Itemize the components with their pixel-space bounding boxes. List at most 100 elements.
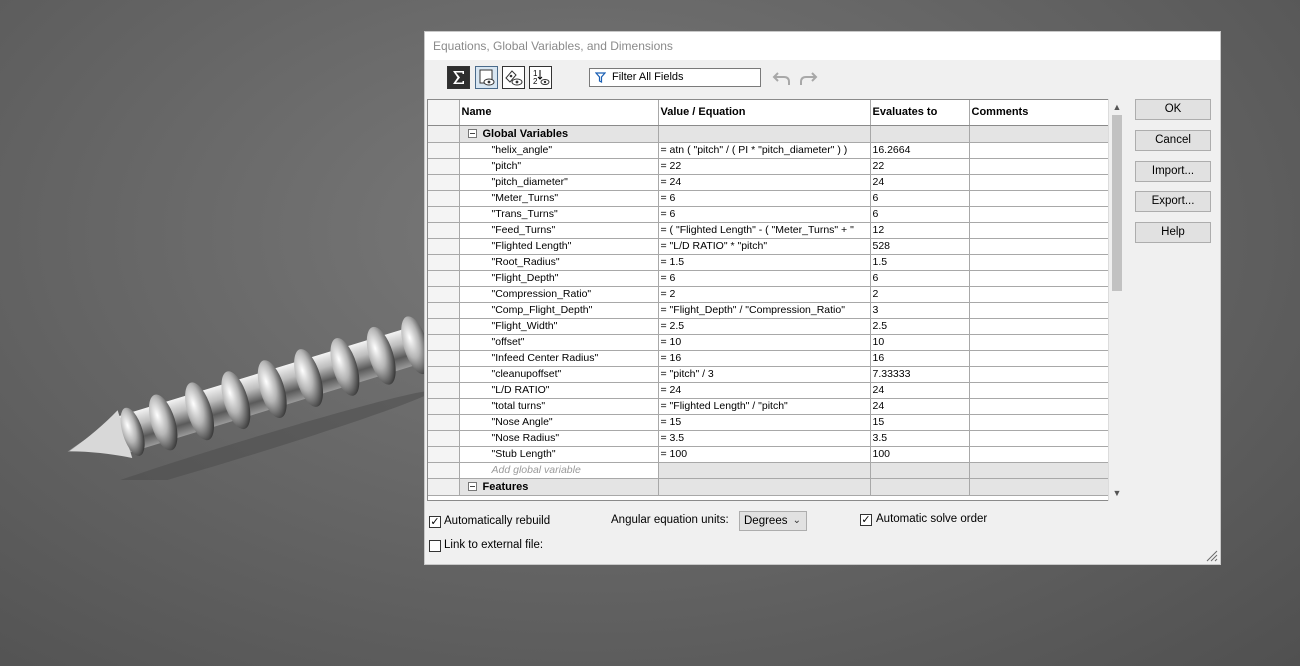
column-header-comments[interactable]: Comments	[969, 100, 1110, 126]
row-selector[interactable]	[428, 334, 460, 351]
row-selector[interactable]	[428, 398, 460, 415]
comments-cell[interactable]	[969, 398, 1110, 415]
row-selector[interactable]	[428, 302, 460, 319]
angular-units-select[interactable]: Degrees ⌄	[739, 511, 807, 531]
row-selector[interactable]	[428, 222, 460, 239]
name-cell[interactable]: "Nose Angle"	[459, 414, 659, 431]
value-cell[interactable]: = atn ( "pitch" / ( PI * "pitch_diameter…	[658, 142, 871, 159]
comments-cell[interactable]	[969, 174, 1110, 191]
row-selector[interactable]	[428, 270, 460, 287]
table-row[interactable]: "Flight_Depth" = 66	[428, 270, 1110, 287]
value-cell[interactable]: = 2.5	[658, 318, 871, 335]
comments-cell[interactable]	[969, 414, 1110, 431]
table-row[interactable]: "cleanupoffset" = "pitch" / 3 7.33333	[428, 366, 1110, 383]
name-cell[interactable]: "Meter_Turns"	[459, 190, 659, 207]
comments-cell[interactable]	[969, 238, 1110, 255]
value-cell[interactable]: = 1.5	[658, 254, 871, 271]
row-selector[interactable]	[428, 478, 460, 496]
table-row[interactable]: "Comp_Flight_Depth" = "Flight_Depth" / "C…	[428, 302, 1110, 319]
name-cell[interactable]: "Root_Radius"	[459, 254, 659, 271]
comments-cell[interactable]	[969, 334, 1110, 351]
name-cell[interactable]: "L/D RATIO"	[459, 382, 659, 399]
name-cell[interactable]: "Flight_Depth"	[459, 270, 659, 287]
column-header-name[interactable]: Name	[459, 100, 659, 126]
comments-cell[interactable]	[969, 286, 1110, 303]
table-row[interactable]: "pitch_diameter" = 24 24	[428, 174, 1110, 191]
name-cell[interactable]: "total turns"	[459, 398, 659, 415]
auto-rebuild-checkbox[interactable]: ✓	[429, 516, 441, 528]
value-cell[interactable]: = "pitch" / 3	[658, 366, 871, 383]
value-cell[interactable]: = 100	[658, 446, 871, 463]
row-selector[interactable]	[428, 190, 460, 207]
value-cell[interactable]: = 10	[658, 334, 871, 351]
table-row[interactable]: "Trans_Turns" = 66	[428, 206, 1110, 223]
name-cell[interactable]: "Nose Radius"	[459, 430, 659, 447]
table-row[interactable]: "pitch" = 22 22	[428, 158, 1110, 175]
add-variable-row[interactable]: Add global variable	[428, 462, 1110, 479]
name-cell[interactable]: "Feed_Turns"	[459, 222, 659, 239]
name-cell[interactable]: "Trans_Turns"	[459, 206, 659, 223]
value-cell[interactable]: = "L/D RATIO" * "pitch"	[658, 238, 871, 255]
comments-cell[interactable]	[969, 366, 1110, 383]
table-row[interactable]: "helix_angle" = atn ( "pitch" / ( PI * "p…	[428, 142, 1110, 159]
name-cell[interactable]: "helix_angle"	[459, 142, 659, 159]
resize-grip-icon[interactable]	[1206, 550, 1218, 562]
row-selector[interactable]	[428, 430, 460, 447]
redo-icon[interactable]	[798, 69, 818, 87]
scroll-down-icon[interactable]: ▼	[1112, 487, 1122, 499]
row-selector[interactable]	[428, 366, 460, 383]
comments-cell[interactable]	[969, 318, 1110, 335]
scroll-up-icon[interactable]: ▲	[1112, 101, 1122, 113]
value-cell[interactable]: = 15	[658, 414, 871, 431]
value-cell[interactable]: = "Flight_Depth" / "Compression_Ratio"	[658, 302, 871, 319]
comments-cell[interactable]	[969, 302, 1110, 319]
group-row-features[interactable]: Features	[428, 478, 1110, 496]
row-selector[interactable]	[428, 174, 460, 191]
value-cell[interactable]: = 6	[658, 206, 871, 223]
name-cell[interactable]: "Comp_Flight_Depth"	[459, 302, 659, 319]
sketch-equation-view-button[interactable]	[475, 66, 498, 89]
comments-cell[interactable]	[969, 382, 1110, 399]
value-cell[interactable]: = "Flighted Length" / "pitch"	[658, 398, 871, 415]
name-cell[interactable]: "Flighted Length"	[459, 238, 659, 255]
group-label-cell[interactable]: Global Variables	[459, 125, 659, 143]
row-selector[interactable]	[428, 350, 460, 367]
value-cell[interactable]: = 2	[658, 286, 871, 303]
row-selector[interactable]	[428, 382, 460, 399]
table-row[interactable]: "Compression_Ratio" = 22	[428, 286, 1110, 303]
row-selector[interactable]	[428, 125, 460, 143]
comments-cell[interactable]	[969, 270, 1110, 287]
table-row[interactable]: "Flighted Length" = "L/D RATIO" * "pitch"…	[428, 238, 1110, 255]
value-cell[interactable]: = 24	[658, 174, 871, 191]
table-row[interactable]: "Infeed Center Radius" = 16 16	[428, 350, 1110, 367]
cancel-button[interactable]: Cancel	[1135, 130, 1211, 151]
add-variable-cell[interactable]: Add global variable	[459, 462, 659, 479]
undo-icon[interactable]	[772, 69, 792, 87]
value-cell[interactable]: = 24	[658, 382, 871, 399]
value-cell[interactable]: = 6	[658, 270, 871, 287]
value-cell[interactable]: = 16	[658, 350, 871, 367]
table-row[interactable]: "Nose Radius" = 3.5 3.5	[428, 430, 1110, 447]
name-cell[interactable]: "offset"	[459, 334, 659, 351]
export-button[interactable]: Export...	[1135, 191, 1211, 212]
name-cell[interactable]: "Infeed Center Radius"	[459, 350, 659, 367]
group-label-cell[interactable]: Features	[459, 478, 659, 496]
row-selector[interactable]	[428, 318, 460, 335]
row-selector[interactable]	[428, 414, 460, 431]
comments-cell[interactable]	[969, 206, 1110, 223]
row-selector[interactable]	[428, 286, 460, 303]
column-header-value[interactable]: Value / Equation	[658, 100, 871, 126]
comments-cell[interactable]	[969, 350, 1110, 367]
comments-cell[interactable]	[969, 142, 1110, 159]
value-cell[interactable]: = 3.5	[658, 430, 871, 447]
value-cell[interactable]: = 6	[658, 190, 871, 207]
vertical-scrollbar[interactable]: ▲ ▼	[1108, 99, 1124, 501]
row-selector[interactable]	[428, 158, 460, 175]
value-cell[interactable]: = 22	[658, 158, 871, 175]
row-selector[interactable]	[428, 462, 460, 479]
auto-solve-checkbox[interactable]: ✓	[860, 514, 872, 526]
table-row[interactable]: "offset" = 10 10	[428, 334, 1110, 351]
comments-cell[interactable]	[969, 254, 1110, 271]
filter-input[interactable]: Filter All Fields	[589, 68, 761, 87]
collapse-icon[interactable]	[467, 128, 477, 138]
